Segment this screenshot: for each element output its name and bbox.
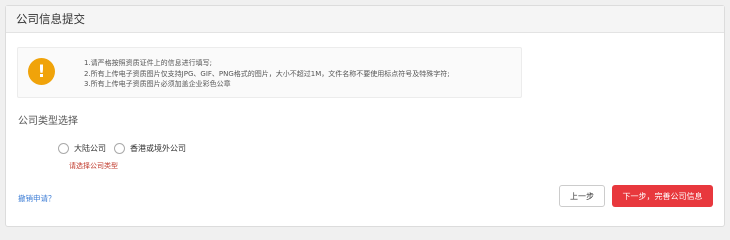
- radio-circle-icon[interactable]: [58, 143, 69, 154]
- company-type-error: 请选择公司类型: [69, 162, 118, 170]
- notice-box: ! 1.请严格按照资质证件上的信息进行填写; 2.所有上传电子资质图片仅支持JP…: [17, 47, 522, 98]
- notice-line: 1.请严格按照资质证件上的信息进行填写;: [84, 59, 213, 67]
- radio-label: 香港或境外公司: [130, 144, 186, 153]
- radio-label: 大陆公司: [74, 144, 106, 153]
- panel-header: 公司信息提交: [6, 6, 724, 33]
- warning-icon: !: [28, 58, 55, 85]
- previous-step-button[interactable]: 上一步: [559, 185, 605, 207]
- panel-title: 公司信息提交: [16, 12, 85, 26]
- radio-mainland-company[interactable]: 大陆公司: [58, 143, 106, 154]
- notice-line: 3.所有上传电子资质图片必须加盖企业彩色公章: [84, 80, 231, 88]
- next-step-button[interactable]: 下一步，完善公司信息: [612, 185, 713, 207]
- company-type-section-title: 公司类型选择: [18, 116, 78, 127]
- radio-hk-overseas-company[interactable]: 香港或境外公司: [114, 143, 186, 154]
- notice-lines: 1.请严格按照资质证件上的信息进行填写; 2.所有上传电子资质图片仅支持JPG、…: [84, 58, 450, 90]
- company-type-radio-group: 大陆公司 香港或境外公司: [58, 143, 194, 154]
- revoke-application-link[interactable]: 撤销申请？: [18, 193, 56, 204]
- radio-circle-icon[interactable]: [114, 143, 125, 154]
- notice-line: 2.所有上传电子资质图片仅支持JPG、GIF、PNG格式的图片，大小不超过1M，…: [84, 69, 450, 78]
- company-info-panel: 公司信息提交 ! 1.请严格按照资质证件上的信息进行填写; 2.所有上传电子资质…: [5, 5, 725, 227]
